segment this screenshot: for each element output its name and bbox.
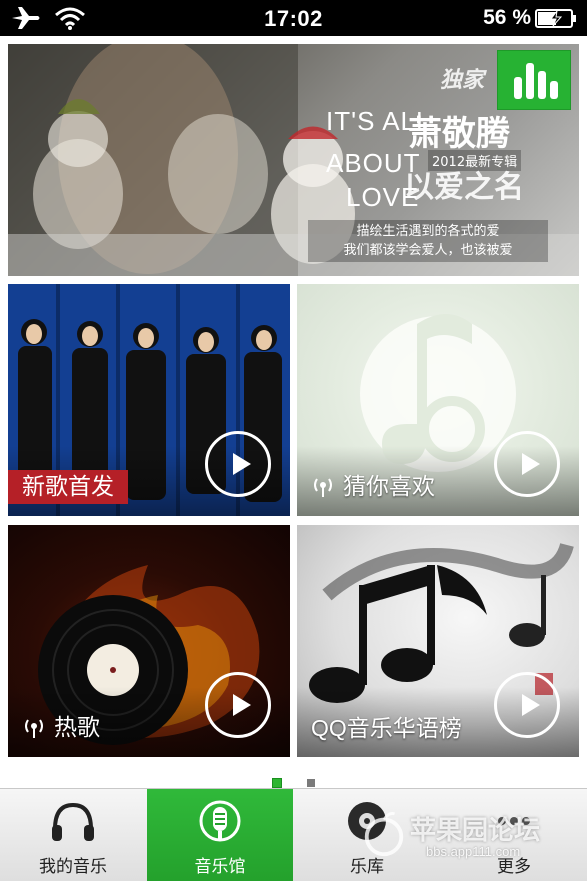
radio-icon — [314, 478, 332, 497]
banner-artist: 萧敬腾 — [408, 114, 510, 154]
tab-my-music[interactable]: 我的音乐 — [0, 789, 146, 881]
bar-chart-icon — [514, 63, 558, 99]
tab-label: 更多 — [497, 857, 531, 877]
page-dot-1[interactable] — [271, 777, 282, 788]
chart-button[interactable] — [497, 50, 571, 110]
battery-charging-icon — [535, 9, 576, 28]
page-dot-2[interactable] — [307, 778, 316, 787]
tile-label-text: 热歌 — [54, 715, 100, 741]
tile-label-text: 猜你喜欢 — [343, 474, 435, 500]
tile-label-new-releases: 新歌首发 — [8, 470, 128, 504]
play-icon[interactable] — [205, 431, 271, 497]
microphone-icon — [199, 800, 241, 842]
banner-line-3: LOVE — [346, 182, 420, 212]
tab-label: 乐库 — [350, 857, 384, 877]
play-icon[interactable] — [494, 672, 560, 738]
tile-new-releases[interactable]: 新歌首发 — [8, 284, 290, 516]
tile-label-qq-chinese-chart: QQ音乐华语榜 — [311, 715, 462, 741]
disc-icon — [348, 802, 386, 840]
tile-label-hot-songs: 热歌 — [22, 713, 100, 743]
more-icon — [498, 817, 530, 825]
tile-qq-chinese-chart[interactable]: QQ音乐华语榜 — [297, 525, 579, 757]
status-bar: 17:02 56 % — [0, 0, 587, 36]
tab-label: 我的音乐 — [39, 857, 107, 877]
tile-hot-songs[interactable]: 热歌 — [8, 525, 290, 757]
tab-more[interactable]: 更多 — [441, 789, 587, 881]
tab-library[interactable]: 乐库 — [294, 789, 440, 881]
tab-music-hall[interactable]: 音乐馆 — [147, 789, 293, 881]
play-icon[interactable] — [205, 672, 271, 738]
tab-bar: 我的音乐 音乐馆 乐库 更多 — [0, 788, 587, 881]
banner-album-title: 以爱之名 — [404, 170, 524, 205]
tile-label-guess-you-like: 猜你喜欢 — [311, 472, 435, 502]
headphones-icon — [52, 802, 94, 841]
play-icon[interactable] — [494, 431, 560, 497]
banner-caption-line-2: 我们都该学会爱人，也该被爱 — [343, 243, 513, 258]
featured-album-banner[interactable]: 独家 IT'S ALL 萧敬腾 ABOUT 2012最新专辑 以爱之名 LOVE… — [8, 44, 579, 276]
tile-guess-you-like[interactable]: 猜你喜欢 — [297, 284, 579, 516]
banner-caption: 描绘生活遇到的各式的爱 我们都该学会爱人，也该被爱 — [308, 220, 548, 262]
page-indicator — [0, 772, 587, 788]
radio-icon — [25, 719, 43, 738]
battery-percent: 56 % — [483, 6, 531, 29]
banner-caption-line-1: 描绘生活遇到的各式的爱 — [356, 224, 500, 239]
tab-label: 音乐馆 — [194, 857, 246, 877]
banner-brand: 独家 — [440, 68, 485, 93]
